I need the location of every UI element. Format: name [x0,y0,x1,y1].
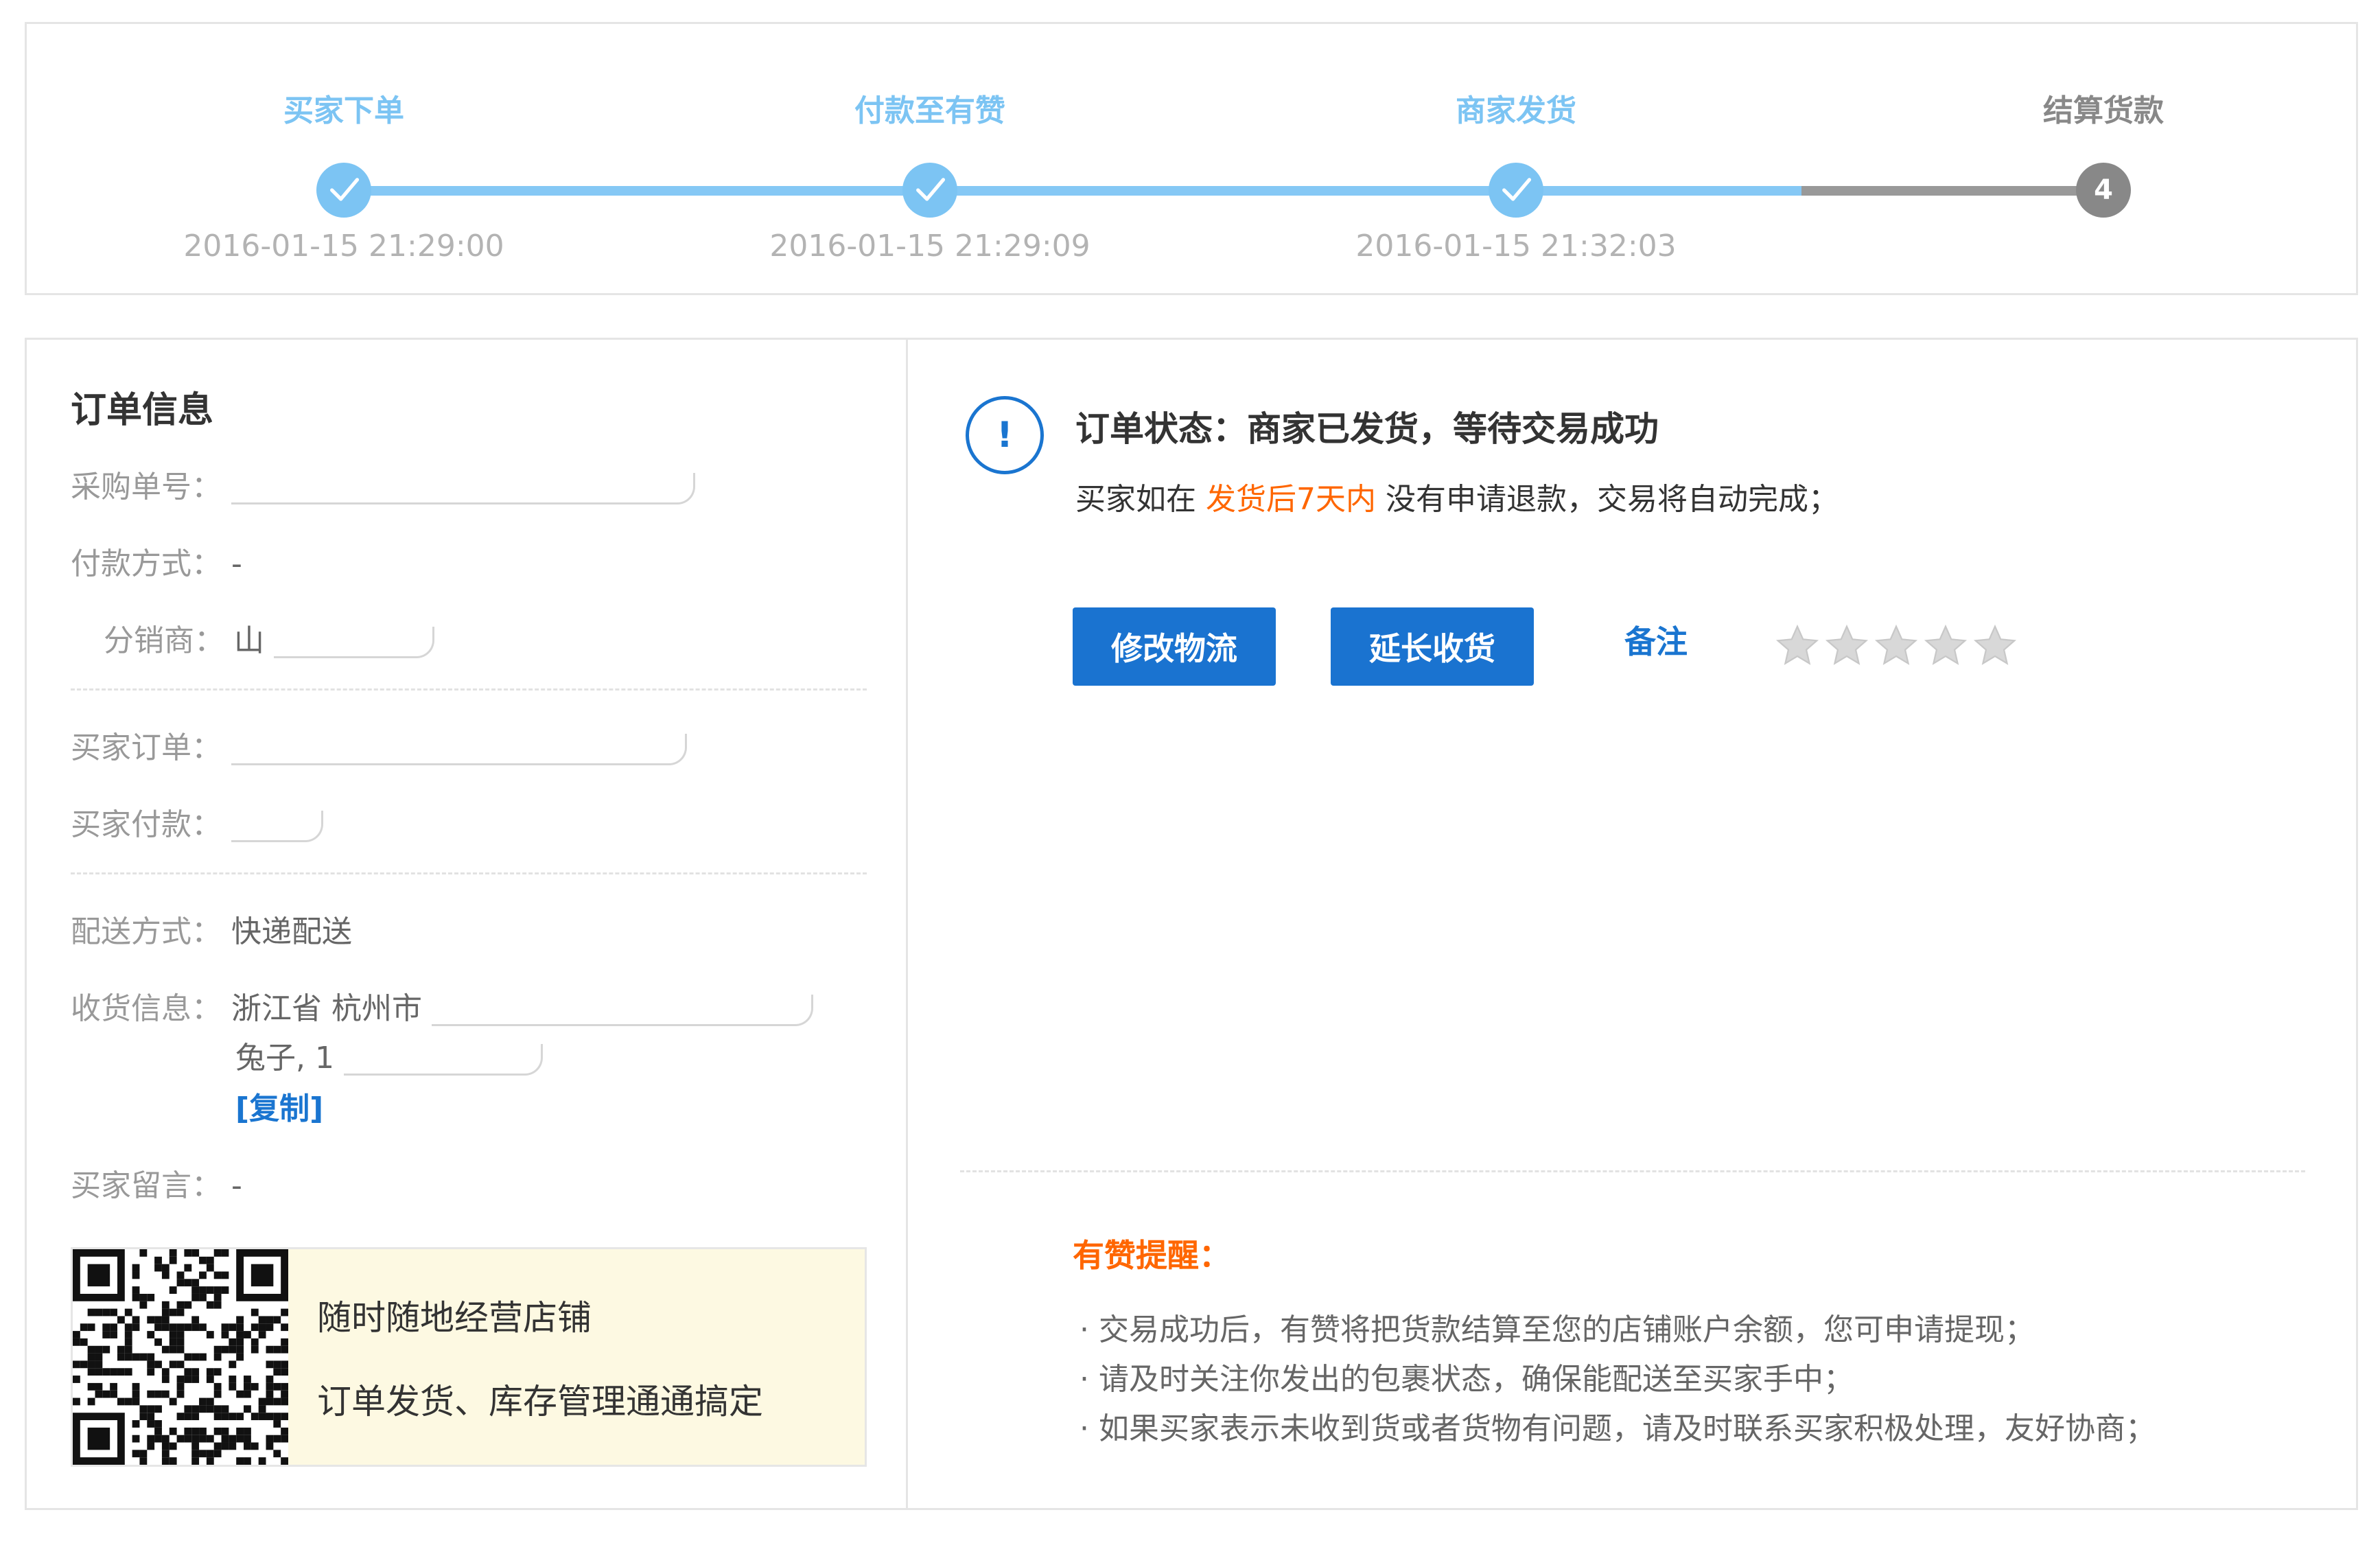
order-info-column: 订单信息 采购单号： 付款方式： - 分销商： 山 买家订单： 买家付款： 配送… [27,340,908,1508]
promo-line-2: 订单发货、库存管理通通搞定 [317,1382,763,1422]
redacted-value [231,811,323,842]
star-icon[interactable] [1873,623,1920,669]
step-title: 买家下单 [283,93,404,128]
step-title: 付款至有赞 [854,93,1005,128]
buyer-payment-row: 买家付款： [71,800,323,844]
info-alert-glyph: ! [996,415,1013,456]
step-title: 商家发货 [1456,93,1576,128]
redacted-value [432,995,813,1026]
note-link[interactable]: 备注 [1624,617,1688,662]
purchase-no-row: 采购单号： [71,462,695,506]
buyer-order-label: 买家订单： [71,730,222,765]
step-number-icon: 4 [2076,163,2131,218]
delivery-row: 配送方式： 快递配送 [71,907,352,951]
status-desc-highlight: 发货后7天内 [1206,482,1376,517]
buyer-message-value: - [231,1168,242,1203]
promo-line-1: 随时随地经营店铺 [317,1298,592,1338]
buyer-message-row: 买家留言： - [71,1161,242,1205]
step-check-icon [316,163,371,218]
status-desc-suffix: 没有申请退款，交易将自动完成； [1386,482,1839,517]
step-time: 2016-01-15 21:29:00 [183,229,504,264]
progress-track-done [344,186,1801,196]
payment-method-value: - [231,546,242,581]
step-check-icon [902,163,957,218]
order-progress-panel: 买家下单 2016-01-15 21:29:00 付款至有赞 2016-01-1… [25,22,2358,295]
tip-item: · 如果买家表示未收到货或者货物有问题，请及时联系买家积极处理，友好协商； [1080,1411,2156,1446]
receiver-name: 兔子, 1 [235,1041,334,1076]
receiver-label: 收货信息： [71,991,222,1026]
tip-item: · 请及时关注你发出的包裹状态，确保能配送至买家手中； [1080,1362,1854,1397]
progress-track-pending [1801,186,2090,196]
star-icon[interactable] [1972,623,2018,669]
payment-method-label: 付款方式： [71,546,222,581]
delivery-label: 配送方式： [71,914,222,949]
buyer-order-row: 买家订单： [71,723,687,767]
step-time: 2016-01-15 21:29:09 [769,229,1090,264]
distributor-label: 分销商： [104,623,224,658]
copy-address-link[interactable]: [复制] [235,1084,323,1128]
purchase-no-label: 采购单号： [71,469,222,504]
status-desc-prefix: 买家如在 [1075,482,1196,517]
divider [960,1170,2305,1172]
receiver-row: 收货信息： 浙江省 杭州市 [71,984,813,1028]
order-detail-panel: 订单信息 采购单号： 付款方式： - 分销商： 山 买家订单： 买家付款： 配送… [25,338,2358,1510]
payment-method-row: 付款方式： - [71,539,242,583]
star-icon[interactable] [1774,623,1821,669]
step-title: 结算货款 [2043,93,2164,128]
receiver-address: 浙江省 杭州市 [231,991,422,1026]
distributor-row: 分销商： 山 [104,616,434,660]
receiver-contact-row: 兔子, 1 [235,1033,543,1077]
qr-code-icon [73,1249,288,1465]
tips-title: 有赞提醒： [1073,1237,1230,1274]
step-check-icon [1489,163,1543,218]
redacted-value [343,1044,543,1076]
buyer-message-label: 买家留言： [71,1168,222,1203]
star-icon[interactable] [1823,623,1870,669]
step-number: 4 [2094,174,2113,206]
divider [71,872,867,874]
redacted-value [231,734,687,765]
app-promo-banner: 随时随地经营店铺 订单发货、库存管理通通搞定 [71,1247,867,1467]
order-info-title: 订单信息 [71,390,214,431]
redacted-value [231,473,695,504]
redacted-value [274,627,434,658]
order-status-title: 订单状态：商家已发货，等待交易成功 [1075,409,1659,449]
distributor-value: 山 [234,623,264,658]
order-status-description: 买家如在 发货后7天内 没有申请退款，交易将自动完成； [1075,474,1839,518]
divider [71,688,867,691]
star-icon[interactable] [1922,623,1969,669]
tip-item: · 交易成功后，有赞将把货款结算至您的店铺账户余额，您可申请提现； [1080,1312,2035,1347]
delivery-value: 快递配送 [231,914,352,949]
step-time: 2016-01-15 21:32:03 [1355,229,1677,264]
extend-receipt-button[interactable]: 延长收货 [1331,607,1534,686]
info-alert-icon: ! [966,396,1044,474]
buyer-payment-label: 买家付款： [71,807,222,842]
modify-logistics-button[interactable]: 修改物流 [1073,607,1276,686]
rating-stars[interactable] [1774,623,2018,669]
